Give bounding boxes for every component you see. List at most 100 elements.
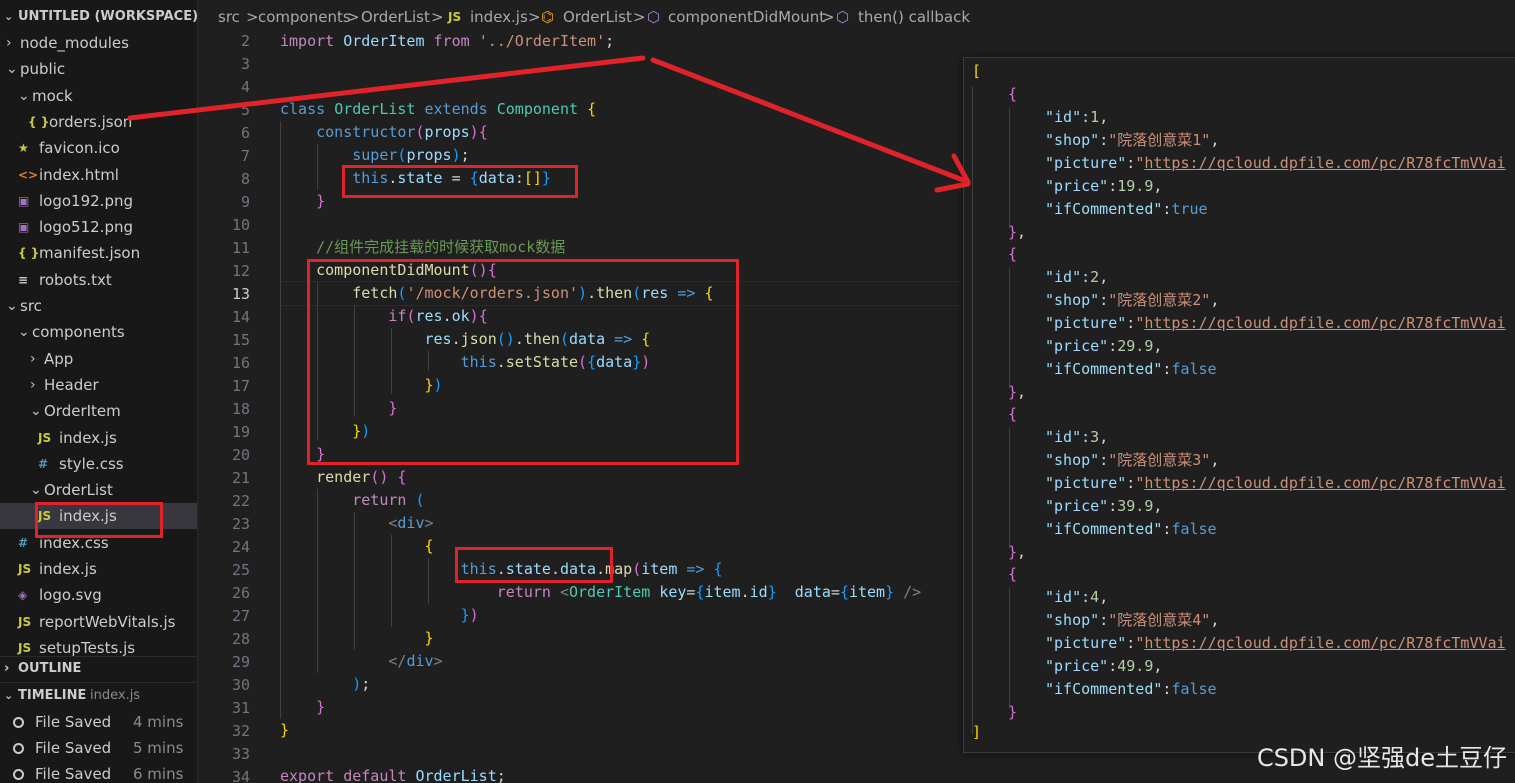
json-field-shop: "shop":"院落创意菜4", xyxy=(1045,611,1220,629)
json-open-bracket: [ xyxy=(972,62,982,80)
timeline-file: index.js xyxy=(90,688,141,703)
timeline-title: TIMELINE xyxy=(18,688,87,703)
line-number: 10 xyxy=(231,216,250,234)
line-number: 33 xyxy=(231,745,250,763)
chevron-down-icon: ⌄ xyxy=(18,324,30,341)
json-object-close: }, xyxy=(1008,223,1027,241)
timeline-entry[interactable]: File Saved 6 mins xyxy=(0,761,197,783)
json-field-shop: "shop":"院落创意菜1", xyxy=(1045,131,1220,149)
tree-file[interactable]: ▣ logo192.png xyxy=(0,188,197,214)
code-line: { xyxy=(424,537,434,555)
code-line: } xyxy=(388,399,398,417)
code-line: render() { xyxy=(316,468,407,486)
tree-item-label: style.css xyxy=(59,454,124,473)
tree-folder[interactable]: › App xyxy=(0,346,197,372)
outline-section-header[interactable]: › OUTLINE xyxy=(0,656,197,682)
tree-item-label: src xyxy=(20,297,42,315)
tree-item-label: App xyxy=(44,349,74,368)
line-number: 15 xyxy=(231,331,250,349)
workspace-header[interactable]: ⌄ UNTITLED (WORKSPACE) xyxy=(0,4,197,30)
timeline-time: 6 mins xyxy=(133,765,184,783)
code-line: if(res.ok){ xyxy=(388,307,488,325)
tree-file[interactable]: ★ favicon.ico xyxy=(0,135,197,161)
line-number: 20 xyxy=(231,446,250,464)
line-number: 4 xyxy=(240,78,250,96)
tree-item-label: logo512.png xyxy=(39,218,133,237)
json-field-ifcommented: "ifCommented":false xyxy=(1045,680,1217,698)
tree-folder[interactable]: ⌄ components xyxy=(0,319,197,345)
line-number: 8 xyxy=(240,170,250,188)
tree-file[interactable]: { } manifest.json xyxy=(0,240,197,266)
line-number: 23 xyxy=(231,515,250,533)
file-type-icon: { } xyxy=(28,114,50,129)
file-type-icon: ★ xyxy=(18,141,29,156)
tree-file[interactable]: <> index.html xyxy=(0,162,197,188)
line-number: 29 xyxy=(231,653,250,671)
tree-folder[interactable]: › Header xyxy=(0,372,197,398)
tree-folder[interactable]: ⌄ mock xyxy=(0,83,197,109)
chevron-right-icon: › xyxy=(4,661,10,676)
file-type-icon: { } xyxy=(18,246,40,261)
tree-file[interactable]: ≡ robots.txt xyxy=(0,267,197,293)
json-object-close: }, xyxy=(1008,383,1027,401)
code-line: constructor(props){ xyxy=(316,123,488,141)
timeline-entry[interactable]: File Saved 5 mins xyxy=(0,735,197,761)
line-number: 28 xyxy=(231,630,250,648)
chevron-down-icon: ⌄ xyxy=(18,87,30,104)
chevron-right-icon: › xyxy=(6,35,12,51)
chevron-down-icon: ⌄ xyxy=(6,298,18,314)
tree-item-label: Header xyxy=(44,375,99,394)
timeline-entry[interactable]: File Saved 4 mins xyxy=(0,709,197,735)
tree-file[interactable]: JS index.js xyxy=(0,503,197,530)
tree-item-label: OrderList xyxy=(44,481,113,500)
file-type-icon: <> xyxy=(18,167,39,182)
tree-item-label: OrderItem xyxy=(44,402,121,421)
code-line: export default OrderList; xyxy=(280,767,506,783)
line-number: 18 xyxy=(231,400,250,418)
line-number: 22 xyxy=(231,492,250,510)
json-field-price: "price":49.9, xyxy=(1045,657,1163,675)
line-number: 2 xyxy=(240,32,250,50)
json-field-id: "id":2, xyxy=(1045,268,1109,286)
json-field-shop: "shop":"院落创意菜3", xyxy=(1045,451,1220,469)
json-object-open: { xyxy=(1008,565,1018,583)
code-line: class OrderList extends Component { xyxy=(280,100,597,118)
line-number: 19 xyxy=(231,423,250,441)
chevron-down-icon: ⌄ xyxy=(6,61,18,78)
tree-item-label: robots.txt xyxy=(39,270,112,289)
file-type-icon: JS xyxy=(38,509,52,524)
json-field-picture: "picture":"https://qcloud.dpfile.com/pc/… xyxy=(1045,314,1506,332)
code-line: }) xyxy=(352,422,371,440)
line-number: 6 xyxy=(240,124,250,142)
tree-folder[interactable]: ⌄ public xyxy=(0,56,197,82)
tree-item-label: index.js xyxy=(59,507,117,526)
line-number: 17 xyxy=(231,377,250,395)
tree-folder[interactable]: ⌄ OrderList xyxy=(0,477,197,503)
tree-file[interactable]: ▣ logo512.png xyxy=(0,214,197,240)
tree-file[interactable]: ◈ logo.svg xyxy=(0,582,197,608)
line-number: 21 xyxy=(231,469,250,487)
json-field-ifcommented: "ifCommented":true xyxy=(1045,200,1208,218)
tree-file[interactable]: JS index.js xyxy=(0,425,197,451)
tree-file[interactable]: JS reportWebVitals.js xyxy=(0,609,197,635)
tree-folder[interactable]: ⌄ OrderItem xyxy=(0,398,197,424)
line-number: 30 xyxy=(231,676,250,694)
tree-item-label: index.html xyxy=(39,165,119,184)
timeline-label: File Saved xyxy=(35,739,112,757)
tree-folder[interactable]: › node_modules xyxy=(0,30,197,56)
line-number: 5 xyxy=(240,101,250,119)
timeline-section-header[interactable]: ⌄ TIMELINE index.js xyxy=(0,683,197,709)
line-number: 12 xyxy=(231,262,250,280)
tree-item-label: components xyxy=(32,323,125,342)
file-type-icon: ▣ xyxy=(18,220,30,235)
json-field-picture: "picture":"https://qcloud.dpfile.com/pc/… xyxy=(1045,634,1506,652)
circle-icon xyxy=(13,717,24,728)
tree-file[interactable]: # index.css xyxy=(0,530,197,556)
file-type-icon: ◈ xyxy=(18,588,28,603)
tree-folder[interactable]: ⌄ src xyxy=(0,293,197,319)
tree-file[interactable]: JS index.js xyxy=(0,556,197,582)
code-line: ); xyxy=(352,675,371,693)
tree-file[interactable]: # style.css xyxy=(0,451,197,477)
file-type-icon: ▣ xyxy=(18,193,30,208)
tree-file[interactable]: { } orders.json xyxy=(0,109,197,135)
